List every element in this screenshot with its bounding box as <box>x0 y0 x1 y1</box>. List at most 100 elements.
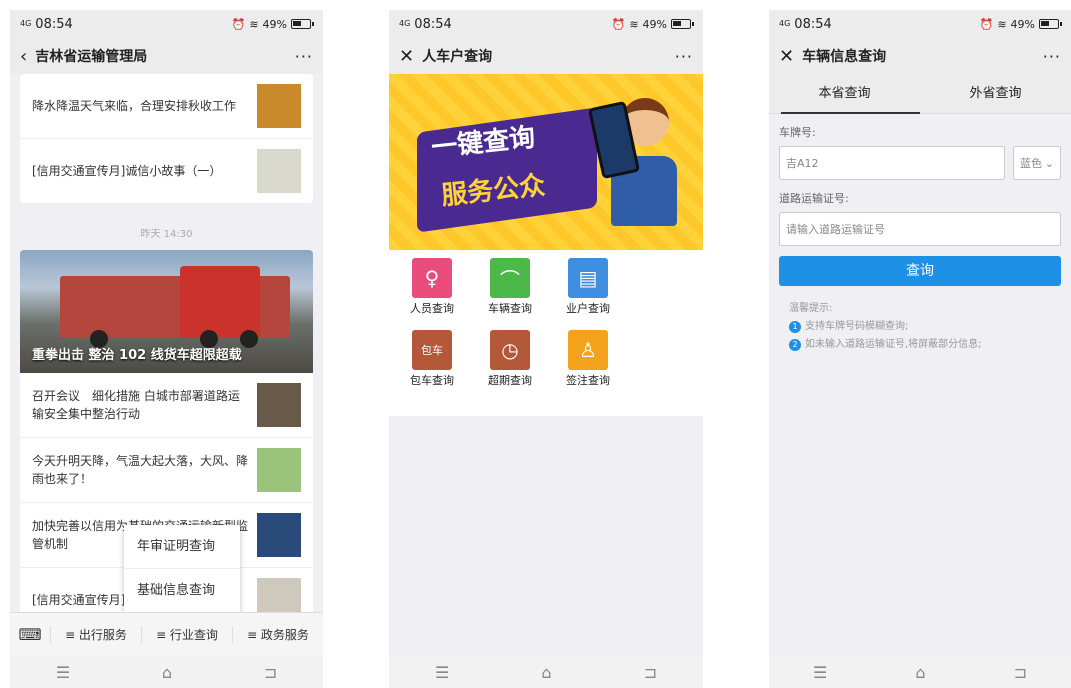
wifi-icon: ≋ <box>629 17 639 31</box>
screen-vehicle-info-query: 4G 08:54 ⏰ ≋ 49% ✕ 车辆信息查询 ··· 本省查询 外省查询 车牌号… <box>769 10 1071 688</box>
status-bar: 4G 08:54 ⏰ ≋ 49% <box>769 10 1071 38</box>
plate-label: 车牌号: <box>779 126 816 139</box>
wifi-icon: ≋ <box>997 17 1007 31</box>
query-label: 包车查询 <box>410 374 454 387</box>
promo-banner: 一键查询 服务公众 <box>389 74 703 250</box>
more-options-icon[interactable]: ··· <box>675 47 693 66</box>
list-item[interactable]: [信用交通宣传月]诚信小故事（一） <box>20 139 313 203</box>
license-input[interactable]: 请输入道路运输证号 <box>779 212 1061 246</box>
status-bar: 4G 08:54 ⏰ ≋ 49% <box>389 10 703 38</box>
clock-icon: ◷ <box>490 330 530 370</box>
list-item[interactable]: 降水降温天气来临，合理安排秋收工作 <box>20 74 313 139</box>
submit-query-button[interactable]: 查询 <box>779 256 1061 286</box>
tip-text: 支持车牌号码模糊查询; <box>805 321 909 332</box>
license-label: 道路运输证号: <box>779 192 849 205</box>
screen-person-vehicle-query: 4G 08:54 ⏰ ≋ 49% ✕ 人车户查询 ··· 一键查询 服务公众 ♀ 人员… <box>389 10 703 688</box>
title-bar: ✕ 人车户查询 ··· <box>389 38 703 74</box>
tab-other-province[interactable]: 外省查询 <box>920 74 1071 113</box>
query-business[interactable]: ▤ 业户查询 <box>549 258 627 316</box>
status-bar: 4G 08:54 ⏰ ≋ 49% <box>10 10 323 38</box>
back-icon[interactable]: ⊐ <box>644 663 657 682</box>
alarm-icon: ⏰ <box>611 17 626 31</box>
wheel-image <box>240 330 258 348</box>
query-label: 超期查询 <box>488 374 532 387</box>
query-label: 车辆查询 <box>488 302 532 315</box>
query-label: 业户查询 <box>566 302 610 315</box>
alarm-icon: ⏰ <box>979 17 994 31</box>
close-icon[interactable]: ✕ <box>399 46 414 67</box>
page-title: 人车户查询 <box>422 49 493 65</box>
battery-level: 49% <box>262 17 287 31</box>
home-icon[interactable]: ⌂ <box>915 663 925 682</box>
more-options-icon[interactable]: ··· <box>1043 47 1061 66</box>
clock: 08:54 <box>794 16 832 32</box>
wifi-icon: ≋ <box>249 17 259 31</box>
stamp-icon: ♙ <box>568 330 608 370</box>
tips-section: 温馨提示: 1 支持车牌号码模糊查询; 2 如未输入道路运输证号,将屏蔽部分信息; <box>769 286 1071 354</box>
battery-level: 49% <box>642 17 667 31</box>
system-nav-bar: ☰ ⌂ ⊐ <box>389 656 703 688</box>
plate-color-select[interactable]: 蓝色 ⌄ <box>1013 146 1061 180</box>
title-bar: ✕ 车辆信息查询 ··· <box>769 38 1071 74</box>
hero-article[interactable]: 重拳出击 整治 102 线货车超限超载 <box>20 250 313 373</box>
menu-icon[interactable]: ☰ <box>56 663 70 682</box>
battery-icon <box>1039 19 1062 29</box>
home-icon[interactable]: ⌂ <box>162 663 172 682</box>
list-item[interactable]: 召开会议 细化措施 白城市部署道路运输安全集中整治行动 <box>20 373 313 438</box>
submenu-popup: 年审证明查询 基础信息查询 <box>124 525 240 613</box>
query-overdue[interactable]: ◷ 超期查询 <box>471 330 549 388</box>
system-nav-bar: ☰ ⌂ ⊐ <box>10 656 323 688</box>
menu-icon[interactable]: ☰ <box>813 663 827 682</box>
menu-government-service[interactable]: ≡ 政务服务 <box>232 626 323 643</box>
query-charter[interactable]: 包车 包车查询 <box>393 330 471 388</box>
news-card-top: 降水降温天气来临，合理安排秋收工作 [信用交通宣传月]诚信小故事（一） <box>20 74 313 203</box>
query-label: 人员查询 <box>410 302 454 315</box>
keyboard-icon[interactable]: ⌨ <box>10 625 50 644</box>
query-form: 车牌号: 吉A12 蓝色 ⌄ 道路运输证号: 请输入道路运输证号 查询 <box>769 124 1071 286</box>
query-icon-grid: ♀ 人员查询 ⌒ 车辆查询 ▤ 业户查询 包车 包车查询 ◷ 超期查询 ♙ 签注… <box>389 250 703 416</box>
system-nav-bar: ☰ ⌂ ⊐ <box>769 656 1071 688</box>
number-two-icon: 2 <box>789 339 801 351</box>
query-tabs: 本省查询 外省查询 <box>769 74 1071 114</box>
title-bar: ‹ 吉林省运输管理局 ··· <box>10 38 323 74</box>
submenu-item-basic-info[interactable]: 基础信息查询 <box>124 569 240 613</box>
news-title: 降水降温天气来临，合理安排秋收工作 <box>32 99 237 113</box>
query-person[interactable]: ♀ 人员查询 <box>393 258 471 316</box>
list-item[interactable]: 今天升明天降，气温大起大落，大风、降雨也来了！ <box>20 438 313 503</box>
timestamp: 昨天 14:30 <box>140 229 193 240</box>
query-endorsement[interactable]: ♙ 签注查询 <box>549 330 627 388</box>
document-icon: ▤ <box>568 258 608 298</box>
home-icon[interactable]: ⌂ <box>541 663 551 682</box>
alarm-icon: ⏰ <box>231 17 246 31</box>
plate-color-value: 蓝色 <box>1020 157 1042 170</box>
news-title: [信用交通宣传月]诚信小故事（一） <box>32 164 222 178</box>
news-thumbnail <box>257 84 301 128</box>
number-one-icon: 1 <box>789 321 801 333</box>
submenu-item-annual-cert[interactable]: 年审证明查询 <box>124 525 240 569</box>
plate-input[interactable]: 吉A12 <box>779 146 1005 180</box>
news-title: 召开会议 细化措施 白城市部署道路运输安全集中整治行动 <box>32 389 240 421</box>
menu-industry-query[interactable]: ≡ 行业查询 <box>141 626 232 643</box>
menu-icon[interactable]: ☰ <box>435 663 449 682</box>
tab-local-province[interactable]: 本省查询 <box>769 74 920 114</box>
battery-icon <box>671 19 694 29</box>
close-icon[interactable]: ✕ <box>779 46 794 67</box>
back-icon[interactable]: ⊐ <box>1014 663 1027 682</box>
news-thumbnail <box>257 149 301 193</box>
menu-travel-service[interactable]: ≡ 出行服务 <box>50 626 141 643</box>
bus-icon: 包车 <box>412 330 452 370</box>
signal-icon: 4G <box>399 19 411 28</box>
query-vehicle[interactable]: ⌒ 车辆查询 <box>471 258 549 316</box>
back-arrow-icon[interactable]: ‹ <box>20 46 27 67</box>
person-icon: ♀ <box>412 258 452 298</box>
query-label: 签注查询 <box>566 374 610 387</box>
clock: 08:54 <box>35 16 73 32</box>
page-title: 吉林省运输管理局 <box>35 49 148 65</box>
chevron-down-icon: ⌄ <box>1044 156 1054 170</box>
tips-title: 温馨提示: <box>789 303 833 314</box>
clock: 08:54 <box>414 16 452 32</box>
bottom-menu: ⌨ ≡ 出行服务 ≡ 行业查询 ≡ 政务服务 <box>10 612 323 656</box>
back-icon[interactable]: ⊐ <box>264 663 277 682</box>
more-options-icon[interactable]: ··· <box>295 47 313 66</box>
news-thumbnail <box>257 448 301 492</box>
